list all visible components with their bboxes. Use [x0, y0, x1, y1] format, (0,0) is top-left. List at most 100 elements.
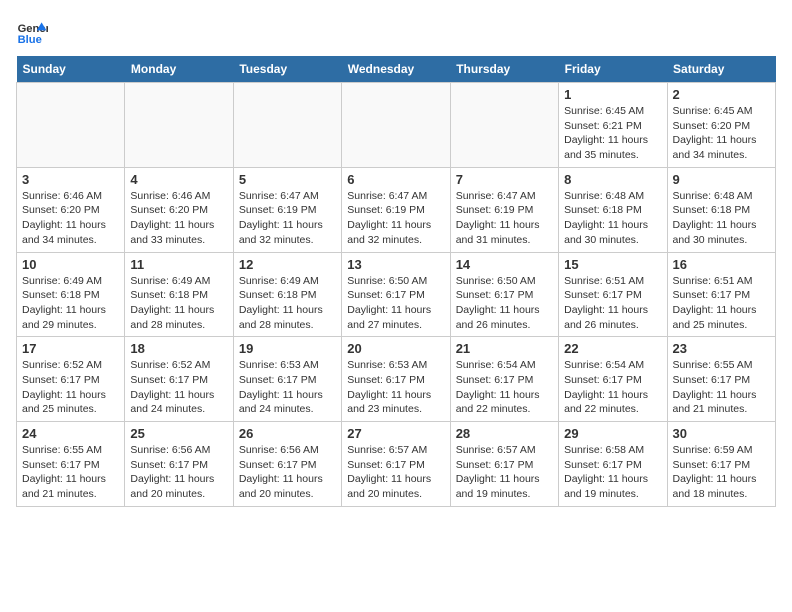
day-number: 14	[456, 257, 553, 272]
calendar-cell: 14 Sunrise: 6:50 AM Sunset: 6:17 PM Dayli…	[450, 252, 558, 337]
day-number: 4	[130, 172, 227, 187]
calendar-cell: 24 Sunrise: 6:55 AM Sunset: 6:17 PM Dayli…	[17, 422, 125, 507]
weekday-header-friday: Friday	[559, 56, 667, 83]
calendar-cell: 5 Sunrise: 6:47 AM Sunset: 6:19 PM Daylig…	[233, 167, 341, 252]
calendar-cell: 4 Sunrise: 6:46 AM Sunset: 6:20 PM Daylig…	[125, 167, 233, 252]
day-info: Sunrise: 6:54 AM Sunset: 6:17 PM Dayligh…	[456, 358, 553, 417]
calendar-cell: 7 Sunrise: 6:47 AM Sunset: 6:19 PM Daylig…	[450, 167, 558, 252]
day-info: Sunrise: 6:53 AM Sunset: 6:17 PM Dayligh…	[239, 358, 336, 417]
calendar-cell: 25 Sunrise: 6:56 AM Sunset: 6:17 PM Dayli…	[125, 422, 233, 507]
day-info: Sunrise: 6:46 AM Sunset: 6:20 PM Dayligh…	[130, 189, 227, 248]
day-number: 6	[347, 172, 444, 187]
day-info: Sunrise: 6:48 AM Sunset: 6:18 PM Dayligh…	[564, 189, 661, 248]
day-info: Sunrise: 6:45 AM Sunset: 6:20 PM Dayligh…	[673, 104, 770, 163]
calendar-cell: 13Sunrise: 6:50 AM Sunset: 6:17 PM Dayli…	[342, 252, 450, 337]
calendar-cell	[125, 83, 233, 168]
calendar-cell: 8 Sunrise: 6:48 AM Sunset: 6:18 PM Daylig…	[559, 167, 667, 252]
calendar-cell: 18Sunrise: 6:52 AM Sunset: 6:17 PM Dayli…	[125, 337, 233, 422]
calendar-cell: 6 Sunrise: 6:47 AM Sunset: 6:19 PM Daylig…	[342, 167, 450, 252]
calendar-cell: 28 Sunrise: 6:57 AM Sunset: 6:17 PM Dayli…	[450, 422, 558, 507]
day-info: Sunrise: 6:55 AM Sunset: 6:17 PM Dayligh…	[673, 358, 770, 417]
day-info: Sunrise: 6:54 AM Sunset: 6:17 PM Dayligh…	[564, 358, 661, 417]
day-number: 29	[564, 426, 661, 441]
weekday-header-monday: Monday	[125, 56, 233, 83]
logo: General Blue	[16, 16, 48, 48]
calendar-cell: 29 Sunrise: 6:58 AM Sunset: 6:17 PM Dayli…	[559, 422, 667, 507]
day-info: Sunrise: 6:50 AM Sunset: 6:17 PM Dayligh…	[456, 274, 553, 333]
day-info: Sunrise: 6:49 AM Sunset: 6:18 PM Dayligh…	[22, 274, 119, 333]
day-info: Sunrise: 6:53 AM Sunset: 6:17 PM Dayligh…	[347, 358, 444, 417]
day-info: Sunrise: 6:51 AM Sunset: 6:17 PM Dayligh…	[673, 274, 770, 333]
day-info: Sunrise: 6:58 AM Sunset: 6:17 PM Dayligh…	[564, 443, 661, 502]
calendar-cell: 17 Sunrise: 6:52 AM Sunset: 6:17 PM Dayli…	[17, 337, 125, 422]
calendar-cell	[450, 83, 558, 168]
day-number: 25	[130, 426, 227, 441]
day-number: 22	[564, 341, 661, 356]
day-info: Sunrise: 6:57 AM Sunset: 6:17 PM Dayligh…	[347, 443, 444, 502]
day-number: 16	[673, 257, 770, 272]
day-info: Sunrise: 6:56 AM Sunset: 6:17 PM Dayligh…	[130, 443, 227, 502]
calendar-cell: 22 Sunrise: 6:54 AM Sunset: 6:17 PM Dayli…	[559, 337, 667, 422]
day-number: 17	[22, 341, 119, 356]
calendar-cell: 27 Sunrise: 6:57 AM Sunset: 6:17 PM Dayli…	[342, 422, 450, 507]
svg-text:Blue: Blue	[18, 34, 42, 46]
calendar-cell	[17, 83, 125, 168]
day-number: 1	[564, 87, 661, 102]
calendar-cell: 19 Sunrise: 6:53 AM Sunset: 6:17 PM Dayli…	[233, 337, 341, 422]
day-number: 2	[673, 87, 770, 102]
day-info: Sunrise: 6:59 AM Sunset: 6:17 PM Dayligh…	[673, 443, 770, 502]
day-info: Sunrise: 6:45 AM Sunset: 6:21 PM Dayligh…	[564, 104, 661, 163]
calendar-cell: 1 Sunrise: 6:45 AM Sunset: 6:21 PM Daylig…	[559, 83, 667, 168]
page-header: General Blue	[16, 16, 776, 48]
weekday-header-wednesday: Wednesday	[342, 56, 450, 83]
day-number: 19	[239, 341, 336, 356]
day-number: 15	[564, 257, 661, 272]
day-info: Sunrise: 6:49 AM Sunset: 6:18 PM Dayligh…	[130, 274, 227, 333]
day-number: 3	[22, 172, 119, 187]
day-number: 27	[347, 426, 444, 441]
weekday-header-tuesday: Tuesday	[233, 56, 341, 83]
day-number: 18	[130, 341, 227, 356]
day-info: Sunrise: 6:51 AM Sunset: 6:17 PM Dayligh…	[564, 274, 661, 333]
day-info: Sunrise: 6:56 AM Sunset: 6:17 PM Dayligh…	[239, 443, 336, 502]
calendar-cell: 15 Sunrise: 6:51 AM Sunset: 6:17 PM Dayli…	[559, 252, 667, 337]
day-number: 30	[673, 426, 770, 441]
day-info: Sunrise: 6:47 AM Sunset: 6:19 PM Dayligh…	[347, 189, 444, 248]
day-info: Sunrise: 6:52 AM Sunset: 6:17 PM Dayligh…	[22, 358, 119, 417]
day-number: 10	[22, 257, 119, 272]
weekday-header-thursday: Thursday	[450, 56, 558, 83]
day-number: 21	[456, 341, 553, 356]
calendar-cell	[342, 83, 450, 168]
calendar-cell: 2 Sunrise: 6:45 AM Sunset: 6:20 PM Daylig…	[667, 83, 775, 168]
weekday-header-sunday: Sunday	[17, 56, 125, 83]
day-number: 8	[564, 172, 661, 187]
calendar-cell: 12 Sunrise: 6:49 AM Sunset: 6:18 PM Dayli…	[233, 252, 341, 337]
day-number: 12	[239, 257, 336, 272]
calendar-cell: 3Sunrise: 6:46 AM Sunset: 6:20 PM Daylig…	[17, 167, 125, 252]
day-info: Sunrise: 6:57 AM Sunset: 6:17 PM Dayligh…	[456, 443, 553, 502]
calendar-cell: 23 Sunrise: 6:55 AM Sunset: 6:17 PM Dayli…	[667, 337, 775, 422]
day-number: 28	[456, 426, 553, 441]
calendar-cell: 30 Sunrise: 6:59 AM Sunset: 6:17 PM Dayli…	[667, 422, 775, 507]
day-number: 23	[673, 341, 770, 356]
logo-icon: General Blue	[16, 16, 48, 48]
day-info: Sunrise: 6:47 AM Sunset: 6:19 PM Dayligh…	[239, 189, 336, 248]
calendar-cell: 11 Sunrise: 6:49 AM Sunset: 6:18 PM Dayli…	[125, 252, 233, 337]
day-number: 7	[456, 172, 553, 187]
day-number: 26	[239, 426, 336, 441]
calendar-cell: 10 Sunrise: 6:49 AM Sunset: 6:18 PM Dayli…	[17, 252, 125, 337]
day-number: 20	[347, 341, 444, 356]
day-number: 11	[130, 257, 227, 272]
calendar-table: SundayMondayTuesdayWednesdayThursdayFrid…	[16, 56, 776, 507]
calendar-cell: 9 Sunrise: 6:48 AM Sunset: 6:18 PM Daylig…	[667, 167, 775, 252]
day-info: Sunrise: 6:47 AM Sunset: 6:19 PM Dayligh…	[456, 189, 553, 248]
weekday-header-saturday: Saturday	[667, 56, 775, 83]
calendar-cell: 26 Sunrise: 6:56 AM Sunset: 6:17 PM Dayli…	[233, 422, 341, 507]
day-number: 24	[22, 426, 119, 441]
calendar-cell: 21 Sunrise: 6:54 AM Sunset: 6:17 PM Dayli…	[450, 337, 558, 422]
day-info: Sunrise: 6:48 AM Sunset: 6:18 PM Dayligh…	[673, 189, 770, 248]
day-info: Sunrise: 6:55 AM Sunset: 6:17 PM Dayligh…	[22, 443, 119, 502]
day-info: Sunrise: 6:49 AM Sunset: 6:18 PM Dayligh…	[239, 274, 336, 333]
day-number: 5	[239, 172, 336, 187]
day-number: 9	[673, 172, 770, 187]
